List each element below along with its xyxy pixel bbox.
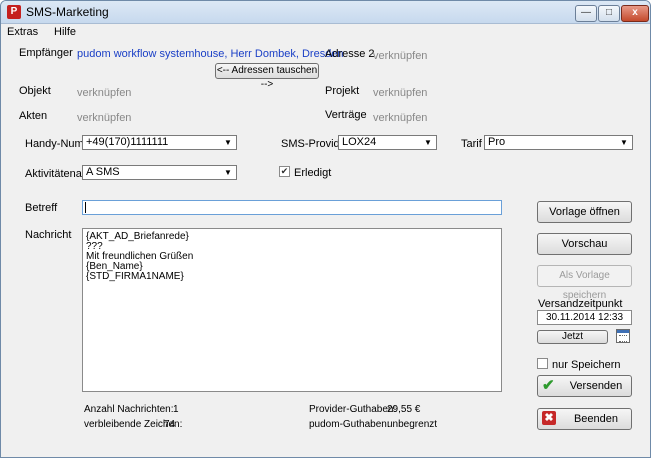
- nachricht-label: Nachricht: [25, 229, 72, 241]
- akten-link[interactable]: verknüpfen: [77, 112, 131, 124]
- empfaenger-link[interactable]: pudom workflow systemhouse, Herr Dombek,…: [77, 48, 344, 60]
- menu-bar: Extras Hilfe: [1, 24, 650, 40]
- versenden-button[interactable]: ✔ Versenden: [537, 375, 632, 397]
- beenden-button[interactable]: ✖ Beenden: [537, 408, 632, 430]
- aktivitaet-value: A SMS: [86, 166, 120, 178]
- sms-marketing-window: P SMS-Marketing — □ x Extras Hilfe Empfä…: [0, 0, 651, 458]
- objekt-label: Objekt: [19, 85, 51, 97]
- erledigt-checkbox[interactable]: ✔: [279, 166, 290, 177]
- adresse2-label: Adresse 2: [325, 48, 375, 60]
- versandzeitpunkt-input[interactable]: 30.11.2014 12:33: [537, 310, 632, 325]
- versenden-label: Versenden: [569, 380, 623, 392]
- close-x-icon: ✖: [542, 411, 556, 425]
- aktivitaet-select[interactable]: A SMS ▼: [82, 165, 237, 180]
- vorschau-button[interactable]: Vorschau: [537, 233, 632, 255]
- betreff-label: Betreff: [25, 202, 58, 214]
- provider-select[interactable]: LOX24 ▼: [338, 135, 437, 150]
- projekt-label: Projekt: [325, 85, 360, 97]
- akten-label: Akten: [19, 110, 48, 122]
- erledigt-label: Erledigt: [294, 167, 332, 179]
- menu-extras[interactable]: Extras: [7, 26, 38, 38]
- nur-speichern-checkbox[interactable]: [537, 358, 548, 369]
- message-line: Mit freundlichen Grüßen: [86, 251, 194, 262]
- nur-speichern-label: nur Speichern: [552, 359, 621, 371]
- vertraege-link[interactable]: verknüpfen: [373, 112, 427, 124]
- vorlage-oeffnen-button[interactable]: Vorlage öffnen: [537, 201, 632, 223]
- projekt-link[interactable]: verknüpfen: [373, 87, 427, 99]
- dropdown-arrow-icon: ▼: [424, 138, 432, 147]
- tarif-value: Pro: [488, 136, 506, 148]
- versandzeitpunkt-label: Versandzeitpunkt: [538, 298, 623, 310]
- nachricht-textarea[interactable]: {AKT_AD_Briefanrede} ??? Mit freundliche…: [82, 228, 502, 392]
- adresse2-link[interactable]: verknüpfen: [373, 50, 427, 62]
- vertraege-label: Verträge: [325, 109, 367, 121]
- aktivitaet-label: Aktivitätenart: [25, 168, 89, 180]
- betreff-input[interactable]: [82, 200, 502, 215]
- message-line: {AKT_AD_Briefanrede}: [86, 231, 189, 242]
- objekt-link[interactable]: verknüpfen: [77, 87, 131, 99]
- anzahl-label: Anzahl Nachrichten:: [84, 404, 174, 415]
- handy-value: +49(170)1111111: [86, 136, 169, 148]
- window-title: SMS-Marketing: [26, 5, 109, 19]
- pudom-guthaben-label: pudom-Guthaben:: [309, 419, 390, 430]
- adressen-tauschen-button[interactable]: <-- Adressen tauschen -->: [215, 63, 319, 90]
- provider-guthaben-value: 29,55 €: [387, 404, 421, 415]
- dropdown-arrow-icon: ▼: [224, 138, 232, 147]
- menu-hilfe[interactable]: Hilfe: [54, 26, 76, 38]
- zeichen-value: 74: [164, 419, 176, 430]
- jetzt-button[interactable]: Jetzt: [537, 330, 608, 344]
- title-bar: P SMS-Marketing — □ x: [1, 1, 650, 24]
- dropdown-arrow-icon: ▼: [620, 138, 628, 147]
- provider-value: LOX24: [342, 136, 377, 148]
- text-cursor: [85, 202, 86, 213]
- minimize-button[interactable]: —: [575, 5, 597, 22]
- tarif-select[interactable]: Pro ▼: [484, 135, 633, 150]
- beenden-label: Beenden: [573, 413, 619, 425]
- handy-select[interactable]: +49(170)1111111 ▼: [82, 135, 237, 150]
- anzahl-value: 1: [173, 404, 179, 415]
- tarif-label: Tarif: [461, 138, 482, 150]
- message-line: {STD_FIRMA1NAME}: [86, 271, 184, 282]
- checkmark-icon: ✔: [542, 377, 555, 394]
- empfaenger-label: Empfänger: [19, 47, 73, 59]
- maximize-button[interactable]: □: [598, 5, 620, 22]
- pudom-guthaben-value: unbegrenzt: [387, 419, 438, 430]
- app-logo-icon: P: [7, 5, 21, 19]
- provider-guthaben-label: Provider-Guthaben:: [309, 404, 397, 415]
- close-button[interactable]: x: [621, 5, 649, 22]
- dropdown-arrow-icon: ▼: [224, 168, 232, 177]
- als-vorlage-speichern-button[interactable]: Als Vorlage speichern: [537, 265, 632, 301]
- calendar-icon[interactable]: [616, 329, 630, 343]
